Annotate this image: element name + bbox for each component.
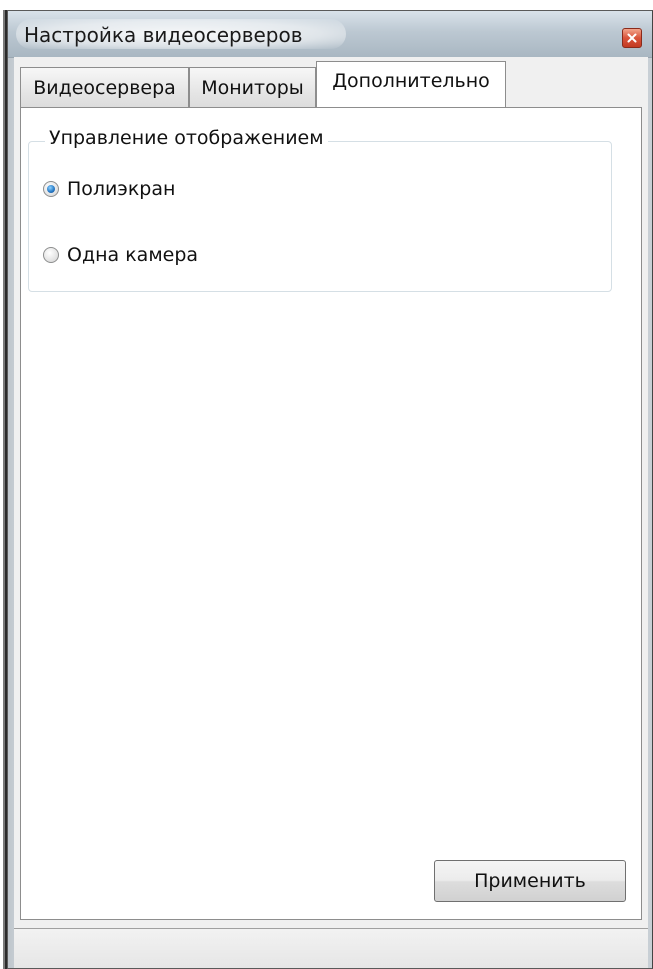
tab-panel-additional: Управление отображением Полиэкран Одна к… [20, 107, 642, 920]
status-bar [14, 928, 648, 968]
tab-monitors[interactable]: Мониторы [189, 67, 316, 107]
radio-option-polyscreen[interactable]: Полиэкран [43, 178, 175, 200]
radio-polyscreen[interactable] [43, 181, 59, 197]
window-title: Настройка видеосерверов [24, 23, 303, 47]
title-bar[interactable]: Настройка видеосерверов [8, 11, 652, 58]
apply-button[interactable]: Применить [434, 860, 626, 902]
display-mode-group-title: Управление отображением [45, 127, 328, 149]
close-icon [627, 33, 637, 43]
radio-single-camera[interactable] [43, 247, 59, 263]
settings-window: Настройка видеосерверов Видеосервера Мон… [7, 10, 653, 969]
radio-single-camera-label: Одна камера [67, 244, 199, 266]
radio-polyscreen-label: Полиэкран [67, 178, 176, 200]
display-mode-group: Управление отображением Полиэкран Одна к… [28, 127, 612, 292]
tab-videoservers[interactable]: Видеосервера [20, 67, 189, 107]
window-client-area: Видеосервера Мониторы Дополнительно Упра… [14, 57, 648, 968]
tab-strip: Видеосервера Мониторы Дополнительно [20, 61, 642, 107]
radio-option-single-camera[interactable]: Одна камера [43, 244, 198, 266]
tab-additional[interactable]: Дополнительно [316, 61, 506, 107]
close-button[interactable] [622, 28, 642, 48]
